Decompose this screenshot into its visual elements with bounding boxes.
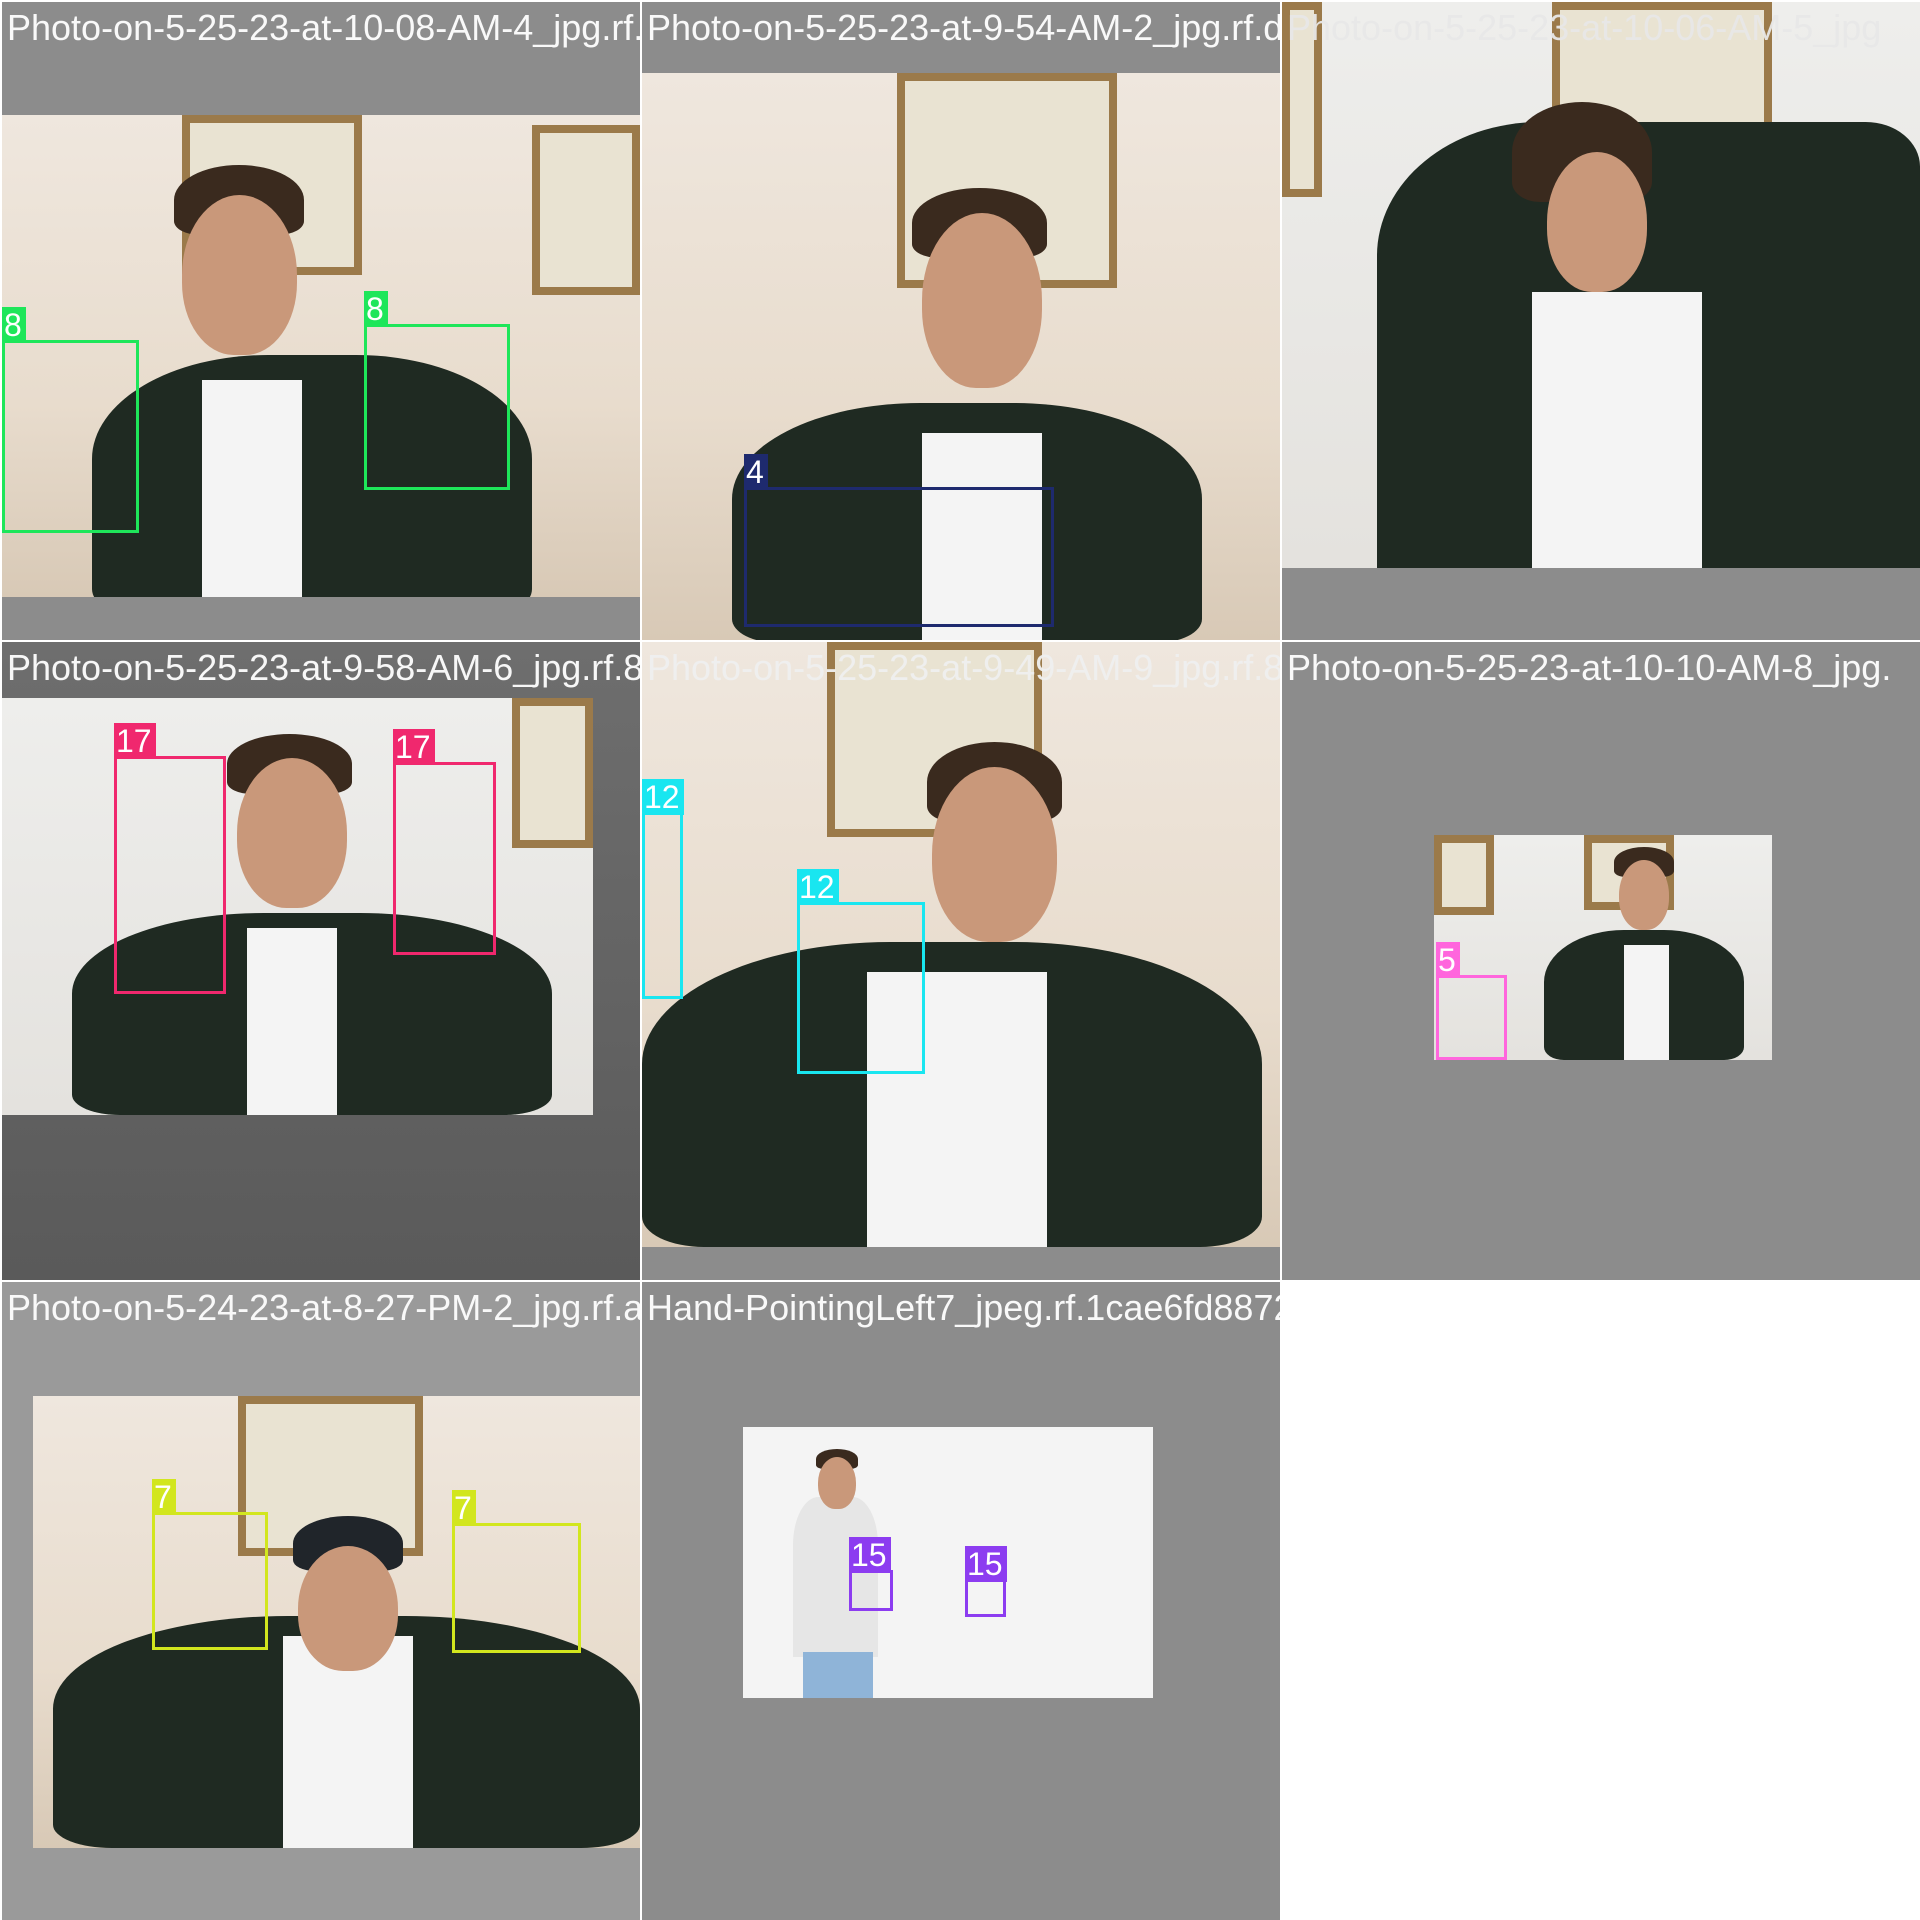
box-label: 15	[849, 1537, 891, 1573]
box-label: 15	[965, 1546, 1007, 1582]
box-label: 7	[452, 1490, 476, 1526]
bounding-box[interactable]: 8	[2, 307, 139, 533]
empty-grid-slot	[1282, 1282, 1920, 1920]
image-filename: Photo-on-5-25-23-at-10-06-AM-5_jpg	[1287, 7, 1882, 48]
head	[182, 195, 297, 355]
image-filename: Photo-on-5-25-23-at-9-54-AM-2_jpg.rf.de	[647, 7, 1280, 48]
image-filename: Photo-on-5-25-23-at-9-49-AM-9_jpg.rf.85c	[647, 647, 1280, 688]
image-filename: Photo-on-5-24-23-at-8-27-PM-2_jpg.rf.a6	[7, 1287, 640, 1328]
box-label: 4	[744, 454, 768, 490]
bounding-box[interactable]: 17	[393, 729, 496, 955]
bounding-box[interactable]: 17	[114, 723, 226, 994]
head	[1619, 860, 1669, 930]
box-label: 17	[393, 729, 435, 765]
shirt	[202, 380, 302, 597]
bounding-box[interactable]: 4	[744, 454, 1054, 627]
photo	[743, 1427, 1153, 1698]
head	[932, 767, 1057, 942]
box-label: 8	[2, 307, 26, 343]
image-tile[interactable]: 17 17 Photo-on-5-25-23-at-9-58-AM-6_jpg.…	[2, 642, 640, 1280]
photo	[642, 642, 1280, 1247]
box-label: 5	[1436, 942, 1460, 978]
box-label: 12	[797, 869, 839, 905]
image-filename: Photo-on-5-25-23-at-10-10-AM-8_jpg.	[1287, 647, 1892, 688]
bounding-box[interactable]: 8	[364, 291, 510, 490]
photo	[1282, 2, 1920, 568]
bounding-box[interactable]: 15	[849, 1537, 893, 1611]
photo	[2, 698, 593, 1115]
image-filename: Photo-on-5-25-23-at-9-58-AM-6_jpg.rf.809	[7, 647, 640, 688]
bounding-box[interactable]: 7	[452, 1490, 581, 1653]
shirt	[1624, 945, 1669, 1060]
bounding-box[interactable]: 7	[152, 1479, 268, 1650]
box-label: 7	[152, 1479, 176, 1515]
image-filename: Hand-PointingLeft7_jpeg.rf.1cae6fd887210	[647, 1287, 1280, 1328]
bounding-box[interactable]: 12	[642, 779, 684, 999]
image-tile[interactable]: 7 7 Photo-on-5-24-23-at-8-27-PM-2_jpg.rf…	[2, 1282, 640, 1920]
head	[298, 1546, 398, 1671]
head	[818, 1457, 856, 1509]
head	[1547, 152, 1647, 292]
wall-frame	[532, 125, 640, 295]
image-filename: Photo-on-5-25-23-at-10-08-AM-4_jpg.rf.1b	[7, 7, 640, 48]
jeans	[803, 1652, 873, 1698]
head	[922, 213, 1042, 388]
box-label: 12	[642, 779, 684, 815]
image-tile[interactable]: 15 15 Hand-PointingLeft7_jpeg.rf.1cae6fd…	[642, 1282, 1280, 1920]
bounding-box[interactable]: 15	[965, 1546, 1007, 1617]
head	[237, 758, 347, 908]
box-label: 8	[364, 291, 388, 327]
box-label: 17	[114, 723, 156, 759]
wall-frame	[1434, 835, 1494, 915]
image-tile[interactable]: Photo-on-5-25-23-at-10-06-AM-5_jpg	[1282, 2, 1920, 640]
shirt	[1532, 292, 1702, 568]
image-tile[interactable]: 8 8 Photo-on-5-25-23-at-10-08-AM-4_jpg.r…	[2, 2, 640, 640]
image-tile[interactable]: 4 Photo-on-5-25-23-at-9-54-AM-2_jpg.rf.d…	[642, 2, 1280, 640]
shirt	[247, 928, 337, 1115]
bounding-box[interactable]: 12	[797, 869, 925, 1074]
bounding-box[interactable]: 5	[1436, 942, 1507, 1060]
image-tile[interactable]: 12 12 Photo-on-5-25-23-at-9-49-AM-9_jpg.…	[642, 642, 1280, 1280]
image-tile[interactable]: 5 Photo-on-5-25-23-at-10-10-AM-8_jpg.	[1282, 642, 1920, 1280]
wall-frame	[512, 698, 593, 848]
